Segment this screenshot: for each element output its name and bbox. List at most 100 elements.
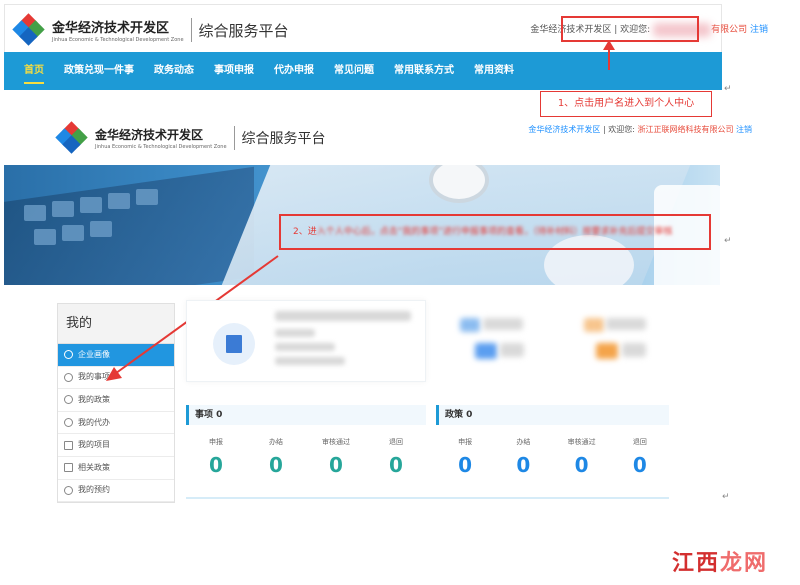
- stat-label: 办结: [516, 438, 531, 446]
- stat-completed[interactable]: 办结 0: [494, 437, 552, 477]
- sidebar-item-label: 相关政策: [78, 462, 110, 472]
- stat-value: 0: [209, 453, 223, 477]
- annotation-step-2-text: 入个人中心后，点击“我的事项”进行申报事项的查看，（待补材料）按要求补充后提交审…: [316, 227, 673, 237]
- stat-value-blurred: [622, 343, 646, 357]
- brand-name-en: Jinhua Economic & Technological Developm…: [95, 144, 227, 150]
- panel-bottom-divider: [186, 497, 669, 499]
- stat-approved[interactable]: 审核通过 0: [553, 437, 611, 477]
- stat-label: 办结: [269, 438, 283, 446]
- profile-field-blurred: [275, 343, 335, 351]
- sidebar-item-my-projects[interactable]: 我的项目: [58, 434, 174, 457]
- sidebar-item-my-agency[interactable]: 我的代办: [58, 412, 174, 435]
- items-stats-panel: 事项 0 申报 0 办结 0 审核通过 0 退回 0: [186, 405, 426, 500]
- stat-declared[interactable]: 申报 0: [186, 437, 246, 477]
- top-logo[interactable]: 金华经济技术开发区 Jinhua Economic & Technologica…: [12, 13, 289, 46]
- nav-item-home[interactable]: 首页: [24, 52, 44, 90]
- nav-item-contacts[interactable]: 常用联系方式: [394, 52, 454, 90]
- brand-name-cn: 金华经济技术开发区: [52, 21, 170, 36]
- company-avatar: [213, 323, 255, 365]
- stat-returned[interactable]: 退回 0: [366, 437, 426, 477]
- key-shape: [24, 205, 46, 221]
- policy-stats-panel: 政策 0 申报 0 办结 0 审核通过 0 退回 0: [436, 405, 669, 500]
- stat-value: 0: [516, 453, 531, 477]
- items-panel-title: 事项 0: [186, 405, 426, 425]
- stat-label: 审核通过: [322, 438, 350, 446]
- second-login-info: 金华经济技术开发区 | 欢迎您: 浙江正联网络科技有限公司 注销: [528, 125, 752, 134]
- logo-mark-icon: [55, 121, 88, 154]
- second-logo[interactable]: 金华经济技术开发区 Jinhua Economic & Technologica…: [55, 121, 326, 154]
- nav-item-gov-news[interactable]: 政务动态: [154, 52, 194, 90]
- stat-value: 0: [389, 453, 403, 477]
- login-area: 金华经济技术开发区: [528, 125, 601, 134]
- stat-label: 审核通过: [567, 438, 596, 446]
- stat-label: 申报: [458, 438, 473, 446]
- profile-field-blurred: [275, 357, 345, 365]
- stat-value-blurred: [500, 343, 524, 357]
- logout-link[interactable]: 注销: [736, 125, 752, 134]
- policy-panel-title: 政策 0: [436, 405, 669, 425]
- stat-declared[interactable]: 申报 0: [436, 437, 494, 477]
- stat-returned[interactable]: 退回 0: [611, 437, 669, 477]
- brand-name-cn: 金华经济技术开发区: [95, 128, 204, 142]
- nav-item-resources[interactable]: 常用资料: [474, 52, 514, 90]
- edit-icon: [64, 395, 73, 405]
- key-shape: [90, 221, 112, 237]
- sidebar-item-related-policies[interactable]: 相关政策: [58, 457, 174, 480]
- platform-title: 综合服务平台: [198, 21, 289, 40]
- stat-icon-blurred: [460, 318, 480, 332]
- annotation-step-1: 1、点击用户名进入到个人中心: [540, 91, 712, 117]
- return-mark-icon: ↵: [724, 236, 732, 246]
- brand-name-en: Jinhua Economic & Technological Developm…: [52, 37, 184, 43]
- nav-item-faq[interactable]: 常见问题: [334, 52, 374, 90]
- list-icon: [64, 440, 73, 450]
- logo-divider: [233, 126, 235, 150]
- platform-title: 综合服务平台: [241, 131, 326, 147]
- watermark-part-1: 江西: [671, 551, 720, 576]
- company-name-link[interactable]: 浙江正联网络科技有限公司: [637, 125, 733, 134]
- key-shape: [52, 201, 74, 217]
- sidebar-item-label: 我的代办: [78, 417, 110, 427]
- welcome-text: 欢迎您:: [608, 125, 635, 134]
- logout-link[interactable]: 注销: [750, 25, 768, 35]
- stat-completed[interactable]: 办结 0: [246, 437, 306, 477]
- key-shape: [108, 193, 130, 209]
- stat-label-blurred: [606, 318, 646, 330]
- nav-item-item-declaration[interactable]: 事项申报: [214, 52, 254, 90]
- stat-label: 退回: [632, 438, 647, 446]
- sidebar-item-label: 我的政策: [78, 394, 110, 404]
- nav-item-agent-declaration[interactable]: 代办申报: [274, 52, 314, 90]
- logo-divider: [190, 18, 192, 42]
- edit-icon: [64, 372, 73, 382]
- main-nav: 首页 政策兑现一件事 政务动态 事项申报 代办申报 常见问题 常用联系方式 常用…: [4, 52, 722, 90]
- return-mark-icon: ↵: [724, 84, 732, 94]
- logo-mark-icon: [12, 13, 45, 46]
- stat-value: 0: [269, 453, 283, 477]
- stat-value: 0: [632, 453, 647, 477]
- sidebar-item-my-policies[interactable]: 我的政策: [58, 389, 174, 412]
- stat-value: 0: [574, 453, 589, 477]
- company-name-blurred: [275, 311, 411, 321]
- stat-value: 0: [458, 453, 473, 477]
- company-profile-card: [186, 300, 426, 382]
- annotation-arrow-1-head: [603, 40, 615, 50]
- key-shape: [136, 189, 158, 205]
- watermark-part-2: 龙网: [719, 551, 768, 576]
- nav-item-policy-redemption[interactable]: 政策兑现一件事: [64, 52, 134, 90]
- stat-label: 退回: [389, 438, 403, 446]
- stat-label-blurred: [483, 318, 523, 330]
- sidebar-item-label: 我的预约: [78, 485, 110, 495]
- stat-icon-blurred: [584, 318, 604, 332]
- key-shape: [34, 229, 56, 245]
- stat-label: 申报: [209, 438, 223, 446]
- profile-field-blurred: [275, 329, 315, 337]
- stat-icon-blurred: [475, 343, 497, 359]
- annotation-step-2: 2、进入个人中心后，点击“我的事项”进行申报事项的查看，（待补材料）按要求补充后…: [279, 214, 711, 250]
- key-shape: [80, 197, 102, 213]
- building-icon: [226, 335, 242, 353]
- username-company-suffix[interactable]: 有限公司: [711, 25, 747, 35]
- stat-approved[interactable]: 审核通过 0: [306, 437, 366, 477]
- sidebar-item-my-appointments[interactable]: 我的预约: [58, 480, 174, 503]
- key-shape: [62, 225, 84, 241]
- annotation-step-2-prefix: 2、进: [293, 227, 317, 237]
- watermark-logo: 江西龙网: [672, 545, 768, 577]
